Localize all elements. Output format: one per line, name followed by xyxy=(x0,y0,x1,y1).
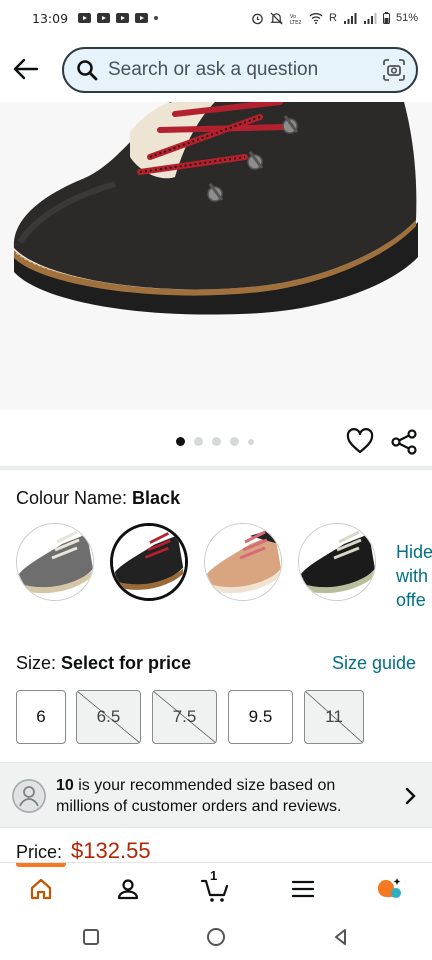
signal-icon xyxy=(363,12,377,24)
menu-icon xyxy=(292,880,314,898)
pagination-dot[interactable] xyxy=(230,437,239,446)
size-option-11[interactable]: 11 xyxy=(304,690,364,744)
nav-home[interactable] xyxy=(25,873,57,905)
nav-cart[interactable]: 1 xyxy=(198,868,234,905)
price-value: $132.55 xyxy=(71,838,151,863)
pagination-dot[interactable] xyxy=(212,437,221,446)
price-row: Price: $132.55 xyxy=(16,838,151,864)
battery-icon xyxy=(382,12,390,24)
size-option-6[interactable]: 6 xyxy=(16,690,66,744)
heart-icon[interactable] xyxy=(346,428,374,456)
section-divider xyxy=(0,466,432,470)
recommendation-text: 10 is your recommended size based on mil… xyxy=(56,777,342,815)
home-icon xyxy=(30,878,52,900)
signal-icon xyxy=(343,12,357,24)
image-pagination[interactable] xyxy=(176,437,254,446)
rufus-icon xyxy=(378,878,401,898)
system-icons: Vo LTE2 R 51% xyxy=(251,12,418,25)
youtube-icon xyxy=(97,13,111,23)
size-prompt: Select for price xyxy=(61,653,192,673)
alarm-icon xyxy=(252,13,263,24)
boot-image xyxy=(0,102,432,410)
youtube-icon xyxy=(116,13,130,23)
price-label: Price: xyxy=(16,842,63,862)
back-button-icon[interactable] xyxy=(330,926,352,948)
pagination-dot[interactable] xyxy=(248,438,254,445)
back-button[interactable] xyxy=(2,45,50,93)
search-bar[interactable] xyxy=(62,47,418,93)
notification-icons xyxy=(78,13,159,23)
nav-account[interactable] xyxy=(112,873,144,905)
youtube-icon xyxy=(78,13,92,23)
back-arrow-icon xyxy=(13,58,39,80)
bottom-navigation: 1 xyxy=(0,862,432,914)
size-option-6-5[interactable]: 6.5 xyxy=(76,690,141,744)
account-icon xyxy=(117,879,139,900)
colour-name-label: Colour Name: Black xyxy=(16,488,181,508)
size-option-7-5[interactable]: 7.5 xyxy=(152,690,217,744)
colour-swatch-black-olive[interactable] xyxy=(298,523,376,601)
home-button-icon[interactable] xyxy=(205,926,227,948)
size-guide-link[interactable]: Size guide xyxy=(332,653,416,674)
colour-selected-value: Black xyxy=(132,488,181,508)
header xyxy=(0,36,432,102)
colour-swatch-tan[interactable] xyxy=(204,523,282,601)
size-option-9-5[interactable]: 9.5 xyxy=(228,690,293,744)
mute-icon xyxy=(270,12,283,24)
volte-icon: VoLTE2 xyxy=(290,14,302,25)
share-icon[interactable] xyxy=(390,428,418,456)
wifi-icon xyxy=(309,13,323,24)
size-recommendation-banner[interactable]: 10 is your recommended size based on mil… xyxy=(0,762,432,828)
more-notifications-icon xyxy=(154,16,159,20)
pagination-dot[interactable] xyxy=(176,437,185,446)
size-label: Size: Select for price xyxy=(16,653,192,673)
status-time: 13:09 xyxy=(32,10,69,26)
search-icon xyxy=(77,60,98,81)
svg-text:LTE2: LTE2 xyxy=(290,20,302,25)
image-controls xyxy=(0,410,432,468)
youtube-icon xyxy=(135,13,149,23)
status-bar: 13:09 Vo LTE2 R 51% xyxy=(0,0,432,36)
pagination-dot[interactable] xyxy=(194,437,203,446)
avatar xyxy=(12,779,46,813)
system-navigation-bar xyxy=(0,914,432,960)
product-image[interactable] xyxy=(0,102,432,410)
active-tab-indicator xyxy=(16,863,66,867)
camera-scan-icon[interactable] xyxy=(382,58,406,82)
recommended-size: 10 xyxy=(56,777,74,794)
search-input[interactable] xyxy=(108,59,382,81)
network-label: R xyxy=(329,12,337,24)
chevron-right-icon xyxy=(405,787,416,805)
colour-swatch-black[interactable] xyxy=(110,523,188,601)
battery-level: 51% xyxy=(395,12,418,24)
cart-count: 1 xyxy=(210,868,218,883)
recent-apps-icon[interactable] xyxy=(80,926,102,948)
colour-swatch-grey[interactable] xyxy=(16,523,94,601)
hide-offers-link[interactable]: Hide with offe xyxy=(396,540,432,612)
nav-menu[interactable] xyxy=(287,873,319,905)
nav-rufus[interactable] xyxy=(373,873,405,905)
